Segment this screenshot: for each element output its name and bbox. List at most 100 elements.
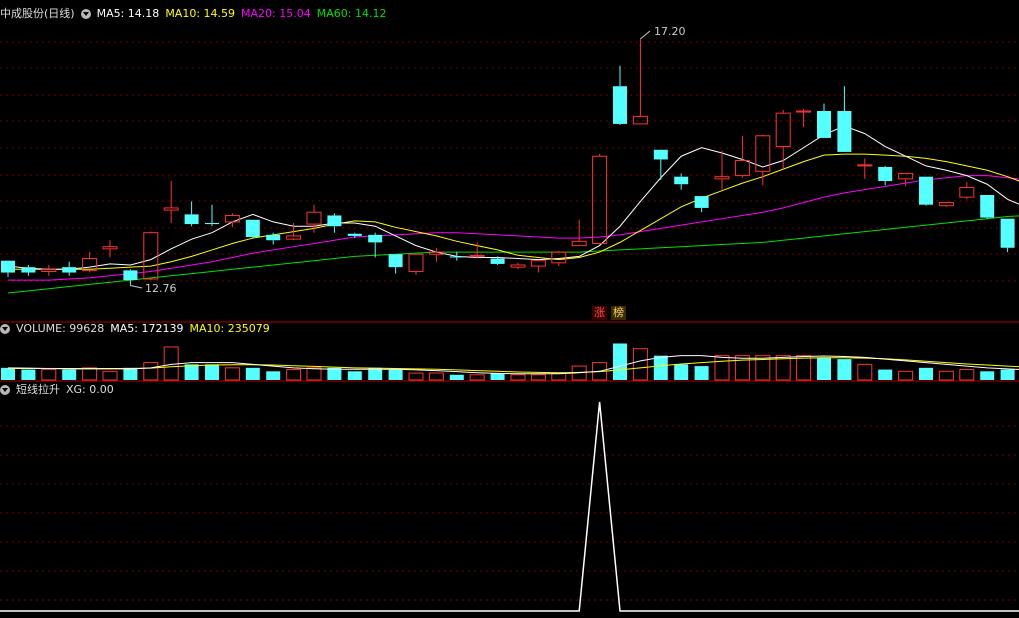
candle-body <box>530 260 546 267</box>
volume-value: VOLUME: 99628 <box>16 322 105 335</box>
volume-bar <box>286 369 302 381</box>
volume-bar <box>469 374 485 381</box>
price-panel-header: 中成股份(日线) MA5: 14.18 MA10: 14.59 MA20: 15… <box>0 6 392 22</box>
ma20-value: MA20: 15.04 <box>241 7 311 20</box>
candle-body <box>817 111 831 138</box>
volume-bar <box>714 355 730 381</box>
candle-body <box>449 256 464 258</box>
volume-bar <box>388 369 403 380</box>
volume-bar <box>205 364 219 380</box>
candle-body <box>571 240 587 247</box>
candle-body <box>938 202 954 207</box>
volume-bar <box>878 369 893 380</box>
low-marker-line <box>130 284 143 289</box>
volume-bar <box>184 364 199 380</box>
candle-body <box>755 135 771 172</box>
volume-bar <box>490 373 505 380</box>
dropdown-circle-icon[interactable] <box>0 385 10 395</box>
dropdown-circle-icon[interactable] <box>0 324 10 334</box>
tag-bang[interactable]: 榜 <box>611 306 626 320</box>
dropdown-circle-icon[interactable] <box>80 9 91 19</box>
volume-bar <box>898 370 914 381</box>
xg-signal-line <box>0 401 1019 612</box>
volume-bar <box>123 367 138 380</box>
candle-body <box>1000 218 1015 248</box>
candle-body <box>837 111 852 152</box>
volume-bar <box>347 371 362 380</box>
volume-bar <box>1000 369 1015 380</box>
volume-bar <box>674 364 689 380</box>
candle-body <box>592 155 608 244</box>
candle-body <box>674 176 689 185</box>
volume-bar <box>837 359 852 380</box>
candle-body <box>857 164 873 167</box>
candle-body <box>775 112 791 148</box>
candle-body <box>714 176 730 180</box>
price-annotations: 17.20 12.76 <box>130 25 686 295</box>
stock-title: 中成股份(日线) <box>0 7 75 20</box>
candle-body <box>102 246 118 250</box>
candle-body <box>184 214 199 225</box>
candle-body <box>347 233 362 236</box>
volume-bar <box>245 367 260 380</box>
volume-bars <box>1 343 1015 381</box>
candle-body <box>368 234 383 243</box>
volume-bar <box>817 357 831 380</box>
price-ma-lines <box>7 125 1019 294</box>
volume-ma10-line <box>8 357 1019 374</box>
candle-body <box>919 176 933 205</box>
candle-body <box>878 167 893 181</box>
volume-bar <box>694 366 709 380</box>
volume-bar <box>613 343 627 380</box>
candle-body <box>408 253 424 272</box>
volume-bar <box>530 374 546 381</box>
volume-ma10-value: MA10: 235079 <box>189 322 270 335</box>
candle-body <box>734 160 750 177</box>
volume-panel-header: VOLUME: 99628 MA5: 172139 MA10: 235079 <box>0 321 276 337</box>
candle-body <box>796 110 812 113</box>
tag-zhang[interactable]: 涨 <box>592 306 607 320</box>
candle-body <box>1 260 15 273</box>
candle-body <box>266 234 281 241</box>
candle-body <box>62 267 77 273</box>
candle-body <box>21 267 36 273</box>
candle-body <box>613 86 627 124</box>
volume-bar <box>266 371 281 380</box>
high-price-label: 17.20 <box>654 25 686 38</box>
volume-bar <box>224 367 240 381</box>
stock-chart[interactable]: 17.20 12.76 <box>0 0 1019 618</box>
ma5-line <box>7 125 1019 270</box>
candle-body <box>490 258 505 264</box>
candle-body <box>898 172 914 180</box>
volume-bar <box>938 370 954 381</box>
candle-body <box>653 149 668 160</box>
volume-bar <box>21 369 36 380</box>
volume-bar <box>41 369 57 381</box>
volume-bar <box>102 370 118 381</box>
candle-body <box>41 268 57 272</box>
candle-body <box>205 223 219 225</box>
candle-body <box>510 264 526 268</box>
volume-bar <box>62 369 77 380</box>
volume-bar <box>919 367 933 380</box>
candle-body <box>469 254 485 257</box>
volume-bar <box>980 371 995 380</box>
volume-bar <box>653 355 668 380</box>
candle-body <box>980 195 995 218</box>
volume-bar <box>796 355 812 381</box>
volume-bar <box>734 355 750 381</box>
volume-bar <box>1 367 15 380</box>
volume-bar <box>959 369 975 381</box>
volume-bar <box>143 362 159 381</box>
candle-body <box>245 219 260 237</box>
ma60-value: MA60: 14.12 <box>316 7 387 20</box>
candle-body <box>694 196 709 208</box>
indicator-title: 短线拉升 <box>16 383 60 396</box>
candlesticks <box>1 38 1015 286</box>
candle-body <box>327 215 342 227</box>
candle-body <box>224 214 240 223</box>
high-marker-line <box>640 30 651 40</box>
ma5-value: MA5: 14.18 <box>96 7 160 20</box>
volume-bar <box>632 348 648 381</box>
candle-body <box>286 235 302 240</box>
